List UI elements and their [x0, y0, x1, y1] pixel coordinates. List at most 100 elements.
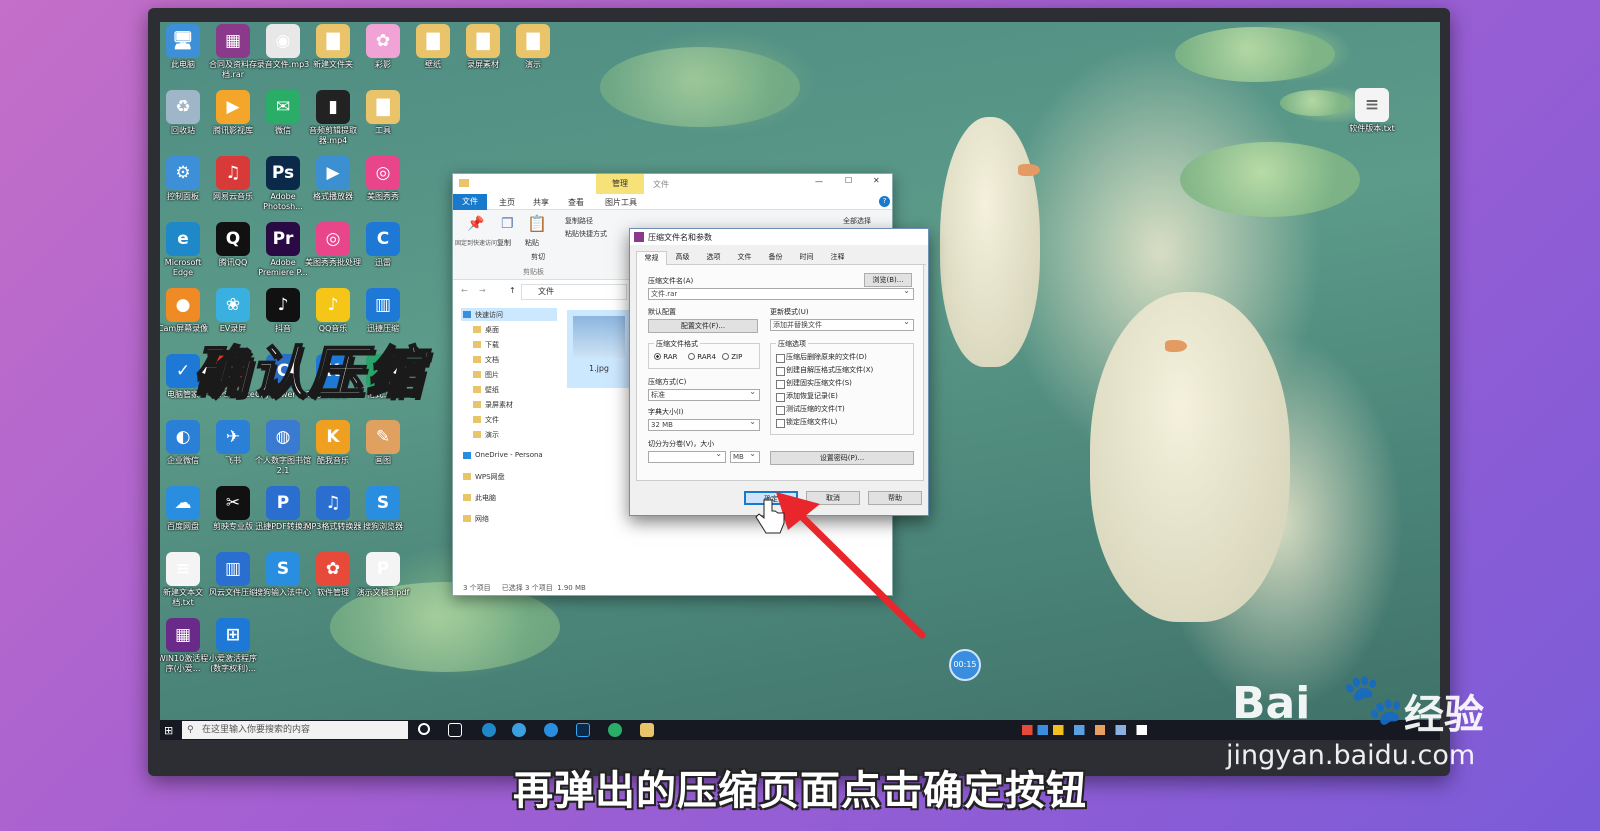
nav-item[interactable]: 录屏素材	[471, 398, 557, 411]
nav-item[interactable]: OneDrive - Persona	[461, 449, 557, 462]
archive-name-field[interactable]: 文件.rar	[648, 286, 914, 300]
ribbon-tab-view[interactable]: 查看	[568, 197, 584, 208]
forward-icon[interactable]: →	[479, 286, 486, 295]
nav-item[interactable]: 演示	[471, 428, 557, 441]
wechat-taskbar-icon[interactable]	[608, 723, 622, 737]
cortana-icon[interactable]	[418, 723, 430, 735]
nav-item[interactable]: 图片	[471, 368, 557, 381]
archive-dialog[interactable]: 压缩文件名和参数 常规 高级 选项 文件 备份 时间 注释 压缩文件名(A) 浏览(B)..…	[629, 228, 929, 516]
nav-item[interactable]: 快速访问	[461, 308, 557, 321]
cut-button[interactable]: 剪切	[531, 252, 545, 262]
dialog-title: 压缩文件名和参数	[648, 233, 712, 242]
option-checkbox[interactable]: 锁定压缩文件(L)	[776, 418, 837, 428]
format-radio[interactable]: ZIP	[722, 353, 742, 361]
desktop-icon[interactable]: ◎ 美图秀秀	[354, 156, 412, 202]
split-unit-select[interactable]: MB	[730, 449, 760, 463]
dialog-tab[interactable]: 备份	[760, 251, 791, 265]
status-bar: 3 个项目 已选择 3 个项目 1.90 MB	[463, 584, 586, 592]
nav-item[interactable]: 网络	[461, 512, 557, 525]
update-mode-select[interactable]: 添加并替换文件	[770, 317, 914, 331]
copy-label: 复制	[497, 239, 511, 247]
desktop-icon[interactable]: ⊞ 小爱激活程序(数字权利)...	[204, 618, 262, 674]
desktop-icon[interactable]: ▇ 工具	[354, 90, 412, 136]
desktop-icon[interactable]: ▇ 演示	[504, 24, 562, 70]
pin-icon[interactable]: 📌	[467, 216, 484, 232]
browse-button[interactable]: 浏览(B)...	[864, 273, 912, 287]
up-icon[interactable]: ↑	[509, 286, 516, 295]
photoshop-taskbar-icon[interactable]	[576, 723, 590, 737]
paste-icon[interactable]: 📋	[527, 214, 547, 233]
cancel-button[interactable]: 取消	[806, 491, 860, 505]
nav-item[interactable]: 下载	[471, 338, 557, 351]
desktop-icon[interactable]: ✎ 画图	[354, 420, 412, 466]
update-mode-value: 添加并替换文件	[773, 321, 822, 329]
ribbon-tab-picture-tools[interactable]: 图片工具	[605, 197, 637, 208]
option-checkbox[interactable]: 添加恢复记录(E)	[776, 392, 838, 402]
tab-manage[interactable]: 管理	[596, 174, 644, 194]
dialog-tab[interactable]: 选项	[698, 251, 729, 265]
format-radio[interactable]: RAR4	[688, 353, 716, 361]
edge-taskbar-icon[interactable]	[482, 723, 496, 737]
nav-item[interactable]: 此电脑	[461, 491, 557, 504]
desktop-icon[interactable]: S 搜狗浏览器	[354, 486, 412, 532]
select-all-button[interactable]: 全部选择	[843, 216, 871, 226]
sogou-taskbar-icon[interactable]	[544, 723, 558, 737]
help-icon[interactable]: ?	[879, 196, 890, 207]
nav-item[interactable]: 壁纸	[471, 383, 557, 396]
file-item[interactable]: 1.jpg	[567, 310, 631, 388]
app-icon: ▥	[216, 552, 250, 586]
copy-icon[interactable]: ❐	[501, 216, 514, 232]
nav-item[interactable]: 文档	[471, 353, 557, 366]
desktop-icon[interactable]: C 迅雷	[354, 222, 412, 268]
option-checkbox[interactable]: 压缩后删除原来的文件(D)	[776, 353, 867, 363]
ok-button[interactable]: 确定	[744, 491, 798, 505]
set-password-button[interactable]: 设置密码(P)...	[770, 451, 914, 465]
desktop-icon[interactable]: P 演示文稿3.pdf	[354, 552, 412, 598]
ribbon-tab-file[interactable]: 文件	[453, 194, 487, 210]
nav-item-label: 壁纸	[485, 386, 499, 394]
app-icon: Q	[216, 222, 250, 256]
task-view-icon[interactable]	[448, 723, 462, 737]
ribbon-tab-share[interactable]: 共享	[533, 197, 549, 208]
profile-button[interactable]: 配置文件(F)...	[648, 319, 758, 333]
lily-pad	[1175, 27, 1335, 82]
explorer-taskbar-icon[interactable]	[640, 723, 654, 737]
app-icon: ▇	[316, 24, 350, 58]
minimize-icon[interactable]: —	[815, 177, 823, 186]
dict-select[interactable]: 32 MB	[648, 417, 760, 431]
nav-item-label: 图片	[485, 371, 499, 379]
taskbar-search-input[interactable]: ⚲ 在这里输入你要搜索的内容	[182, 721, 408, 739]
dialog-tab[interactable]: 高级	[667, 251, 698, 265]
dialog-tabs: 常规 高级 选项 文件 备份 时间 注释	[636, 251, 926, 265]
edge-taskbar-icon-2[interactable]	[512, 723, 526, 737]
method-select[interactable]: 标准	[648, 387, 760, 401]
nav-item[interactable]: 桌面	[471, 323, 557, 336]
nav-item[interactable]: WPS网盘	[461, 470, 557, 483]
format-radio[interactable]: RAR	[654, 353, 677, 361]
close-icon[interactable]: ✕	[873, 176, 880, 185]
windows-start-icon[interactable]: ⊞	[164, 724, 173, 737]
app-icon: ▶	[216, 90, 250, 124]
option-checkbox[interactable]: 创建固实压缩文件(S)	[776, 379, 852, 389]
text-file-icon: ≡	[1355, 88, 1389, 122]
dialog-tab[interactable]: 文件	[729, 251, 760, 265]
dialog-tab[interactable]: 时间	[791, 251, 822, 265]
app-icon: ▦	[216, 24, 250, 58]
dialog-tab[interactable]: 注释	[822, 251, 853, 265]
nav-item-label: 文件	[485, 416, 499, 424]
maximize-icon[interactable]: ☐	[845, 176, 852, 185]
split-size-select[interactable]	[648, 449, 726, 463]
paw-icon: 🐾	[1342, 670, 1405, 728]
help-button[interactable]: 帮助	[868, 491, 922, 505]
dialog-tab[interactable]: 常规	[636, 251, 667, 265]
option-checkbox[interactable]: 测试压缩的文件(T)	[776, 405, 845, 415]
back-icon[interactable]: ←	[461, 286, 468, 295]
copy-path-button[interactable]: 复制路径	[565, 216, 593, 226]
option-checkbox[interactable]: 创建自解压格式压缩文件(X)	[776, 366, 873, 376]
desktop-file-icon[interactable]: ≡ 软件版本.txt	[1343, 88, 1401, 134]
paste-shortcut-button[interactable]: 粘贴快捷方式	[565, 229, 607, 239]
ribbon-tab-home[interactable]: 主页	[499, 197, 515, 208]
icon-label: 小爱激活程序(数字权利)...	[209, 654, 257, 673]
address-field[interactable]: 文件	[521, 284, 627, 300]
nav-item[interactable]: 文件	[471, 413, 557, 426]
